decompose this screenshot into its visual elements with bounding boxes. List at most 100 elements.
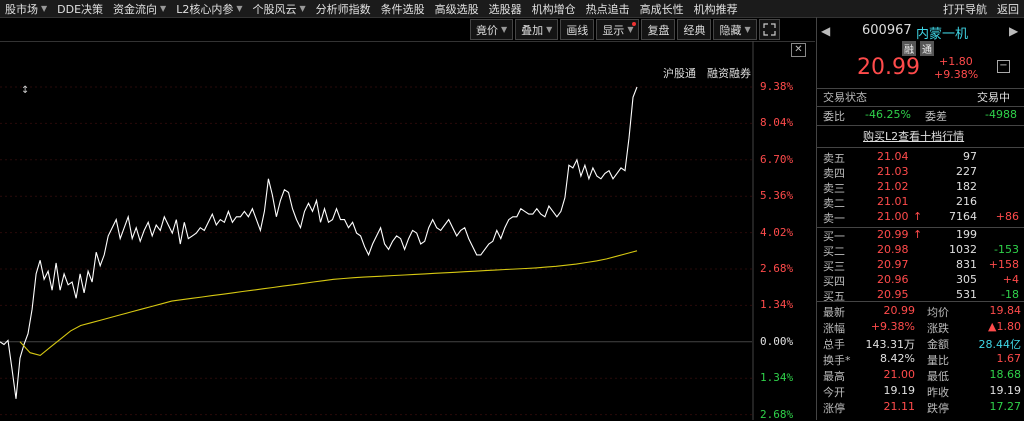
bids-volume: 1032 <box>949 243 977 256</box>
chart-toolbar: 竟价 ▼ 叠加 ▼ 画线 显示 ▼ 复盘 经典 隐藏 ▼ <box>470 19 782 40</box>
bids-label: 买一 <box>823 230 845 243</box>
stat-row: 最新 20.99 均价 19.84 <box>817 304 1024 320</box>
buy-l2-link[interactable]: 购买L2查看十档行情 <box>863 128 964 144</box>
stat-row: 涨停 21.11 跌停 17.27 <box>817 400 1024 416</box>
chevron-down-icon: ▼ <box>627 25 634 34</box>
menu-item-11[interactable]: 高成长性 <box>635 0 689 17</box>
status-label: 交易状态 <box>823 91 867 104</box>
menu-item-label: 高级选股 <box>434 2 479 16</box>
bids-volume: 831 <box>956 258 977 271</box>
asks-volume: 216 <box>956 195 977 208</box>
asks-price: 21.01 <box>877 195 909 208</box>
replay-button[interactable]: 复盘 <box>641 19 676 40</box>
stat-value: 19.19 <box>883 384 916 397</box>
bids-volume: 199 <box>956 228 977 241</box>
expand-icon[interactable] <box>758 19 780 40</box>
y-tick-label: 1.34% <box>760 371 794 385</box>
stat-value: 21.11 <box>883 400 916 413</box>
chevron-down-icon: ▼ <box>41 4 48 13</box>
classic-button[interactable]: 经典 <box>677 19 712 40</box>
asks-label: 卖五 <box>823 152 845 165</box>
asks-row[interactable]: 卖四 21.03 227 <box>817 165 1024 181</box>
menu-item-label: 股市场 <box>5 2 38 16</box>
menu-item-label: DDE决策 <box>57 2 104 16</box>
menu-item-1[interactable]: DDE决策 <box>52 0 108 17</box>
bid-button[interactable]: 竟价 ▼ <box>470 19 514 40</box>
margin-badge: 融 <box>902 41 916 56</box>
asks-row[interactable]: 卖一 21.00 ↑ 7164 +86 <box>817 210 1024 226</box>
menu-item-8[interactable]: 选股器 <box>484 0 527 17</box>
bids-row[interactable]: 买一 20.99 ↑ 199 <box>817 228 1024 244</box>
asks-label: 卖四 <box>823 167 845 180</box>
menu-item-7[interactable]: 高级选股 <box>430 0 484 17</box>
stat-label: 金额 <box>927 338 949 351</box>
stat-label: 最新 <box>823 306 845 319</box>
asks-row[interactable]: 卖三 21.02 182 <box>817 180 1024 196</box>
menu-right-item-1[interactable]: 返回 <box>992 0 1024 17</box>
asks-label: 卖三 <box>823 182 845 195</box>
menu-item-10[interactable]: 热点追击 <box>581 0 635 17</box>
menu-item-9[interactable]: 机构增仓 <box>527 0 581 17</box>
stat-value: +9.38% <box>870 320 915 333</box>
bids-row[interactable]: 买三 20.97 831 +158 <box>817 258 1024 274</box>
chevron-down-icon: ▼ <box>160 4 167 13</box>
stat-value: 18.68 <box>989 368 1022 381</box>
asks-price: 21.04 <box>877 150 909 163</box>
bids-label: 买三 <box>823 260 845 273</box>
bids-volume: 305 <box>956 273 977 286</box>
collapse-icon[interactable]: − <box>997 60 1010 73</box>
menu-right-item-0[interactable]: 打开导航 <box>938 0 992 17</box>
stat-value: 19.84 <box>989 304 1022 317</box>
menu-item-label: L2核心内参 <box>176 2 234 16</box>
menu-item-2[interactable]: 资金流向 ▼ <box>108 0 171 17</box>
hide-button[interactable]: 隐藏 ▼ <box>713 19 757 40</box>
bids-price: 20.95 <box>877 288 909 301</box>
weibi-value: -46.25% <box>865 108 911 121</box>
next-stock-icon[interactable]: ▶ <box>1009 24 1018 38</box>
average-line <box>19 250 638 357</box>
menu-item-12[interactable]: 机构推荐 <box>689 0 743 17</box>
asks-price: 21.02 <box>877 180 909 193</box>
asks-price: 21.00 <box>877 210 909 223</box>
draw-line-button[interactable]: 画线 <box>560 19 595 40</box>
display-label: 显示 <box>602 23 625 37</box>
asks-row[interactable]: 卖五 21.04 97 <box>817 150 1024 166</box>
prev-stock-icon[interactable]: ◀ <box>821 24 830 38</box>
stat-row: 总手 143.31万 金额 28.44亿 <box>817 336 1024 352</box>
weicha-label: 委差 <box>925 110 947 123</box>
stat-label: 今开 <box>823 386 845 399</box>
menu-item-5[interactable]: 分析师指数 <box>311 0 376 17</box>
asks-label: 卖二 <box>823 197 845 210</box>
display-button[interactable]: 显示 ▼ <box>596 19 640 40</box>
bids-row[interactable]: 买二 20.98 1032 -153 <box>817 243 1024 259</box>
stat-row: 换手* 8.42% 量比 1.67 <box>817 352 1024 368</box>
bids-row[interactable]: 买四 20.96 305 +4 <box>817 273 1024 289</box>
menu-left: 股市场 ▼ DDE决策 资金流向 ▼ L2核心内参 ▼ 个股风云 ▼ 分析师指数 条件选股 高级选股选… <box>0 0 743 17</box>
bids-volume: 531 <box>956 288 977 301</box>
menu-item-6[interactable]: 条件选股 <box>376 0 430 17</box>
stat-label: 跌停 <box>927 402 949 415</box>
menu-item-4[interactable]: 个股风云 ▼ <box>248 0 311 17</box>
menu-item-label: 高成长性 <box>639 2 684 16</box>
overlay-button[interactable]: 叠加 ▼ <box>515 19 559 40</box>
menu-item-3[interactable]: L2核心内参 ▼ <box>171 0 247 17</box>
bids-price: 20.99 <box>877 228 909 241</box>
bid-label: 竟价 <box>476 23 498 37</box>
l2-row: 购买L2查看十档行情 <box>817 128 1024 144</box>
stock-code: 600967 <box>862 23 912 38</box>
menu-right: 打开导航 返回 <box>938 0 1024 17</box>
stat-row: 今开 19.19 昨收 19.19 <box>817 384 1024 400</box>
price-block: 20.99 +1.80 +9.38% − <box>817 55 1024 83</box>
asks-volume: 227 <box>956 165 977 178</box>
stat-row: 涨幅 +9.38% 涨跌 ▲1.80 <box>817 320 1024 336</box>
menu-item-0[interactable]: 股市场 ▼ <box>0 0 52 17</box>
draw-line-label: 画线 <box>566 23 589 37</box>
asks-row[interactable]: 卖二 21.01 216 <box>817 195 1024 211</box>
intraday-chart: ↕ <box>0 41 754 420</box>
chevron-down-icon: ▼ <box>299 4 306 13</box>
divider <box>817 301 1024 302</box>
asks-label: 卖一 <box>823 212 845 225</box>
menu-item-label: 个股风云 <box>252 2 297 16</box>
stat-label: 涨停 <box>823 402 845 415</box>
bids-price: 20.97 <box>877 258 909 271</box>
